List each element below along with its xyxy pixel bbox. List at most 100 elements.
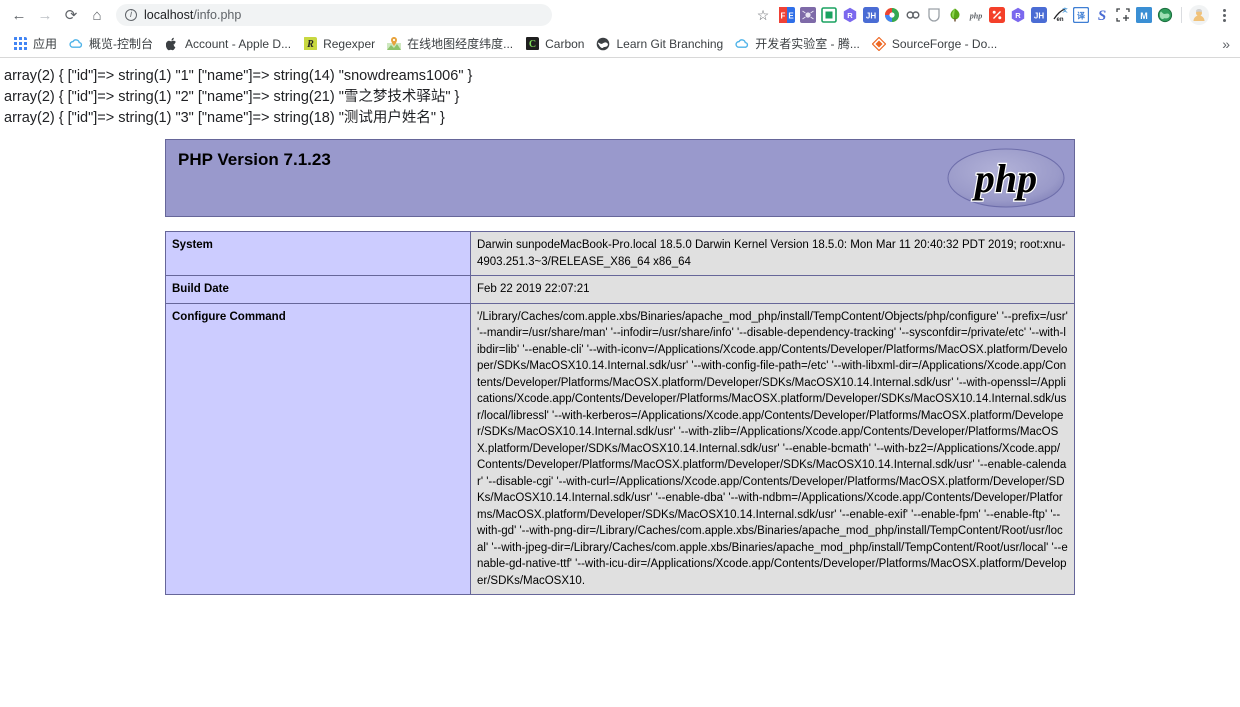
php-version-heading: PHP Version 7.1.23 (178, 150, 1062, 170)
phpinfo-table: SystemDarwin sunpodeMacBook-Pro.local 18… (165, 231, 1075, 595)
colorful-ring-extension[interactable] (883, 6, 901, 24)
svg-text:JH: JH (866, 11, 876, 20)
phpinfo-row: SystemDarwin sunpodeMacBook-Pro.local 18… (166, 232, 1075, 276)
menu-dot (1223, 19, 1226, 22)
map-pin-icon (387, 37, 401, 51)
screenshot-crop-extension[interactable] (1114, 6, 1132, 24)
bookmark-label: SourceForge - Do... (892, 37, 997, 51)
info-circle-icon[interactable] (125, 9, 137, 21)
bookmark-apple[interactable]: Account - Apple D... (159, 34, 297, 54)
jh-2-extension[interactable]: JH (1030, 6, 1048, 24)
cloud-icon (735, 37, 749, 51)
bookmark-label: Regexper (323, 37, 375, 51)
menu-dot (1223, 14, 1226, 17)
phpinfo-row: Build DateFeb 22 2019 22:07:21 (166, 276, 1075, 304)
svg-text:R: R (1015, 11, 1021, 20)
infinity-extension[interactable] (904, 6, 922, 24)
forward-button[interactable]: → (32, 2, 58, 28)
phpinfo-key: Configure Command (166, 303, 471, 595)
bookmark-label: 在线地图经度纬度... (407, 35, 513, 52)
bookmark-carbon[interactable]: C Carbon (519, 34, 590, 54)
bookmark-star-icon[interactable]: ☆ (752, 4, 774, 26)
browser-menu-button[interactable] (1214, 4, 1234, 26)
feedly-extension[interactable]: FE (778, 6, 796, 24)
svg-text:php: php (972, 156, 1037, 201)
translate-en-extension[interactable]: en 文 (1051, 6, 1069, 24)
svg-text:R: R (306, 39, 314, 50)
var-dump-line: array(2) { ["id"]=> string(1) "3" ["name… (4, 108, 1240, 129)
svg-text:php: php (969, 12, 983, 21)
address-bar[interactable]: localhost/info.php (116, 4, 552, 26)
svg-text:JH: JH (1034, 11, 1044, 20)
phpinfo-key: Build Date (166, 276, 471, 304)
apple-icon (165, 37, 179, 51)
leaf-extension[interactable] (946, 6, 964, 24)
svg-text:C: C (529, 39, 536, 50)
var-dump-line: array(2) { ["id"]=> string(1) "2" ["name… (4, 87, 1240, 108)
var-dump-line: array(2) { ["id"]=> string(1) "1" ["name… (4, 66, 1240, 87)
jh-extension[interactable]: JH (862, 6, 880, 24)
phpinfo-container: PHP Version 7.1.23 php SystemDarwin sunp… (165, 139, 1075, 595)
bookmark-apps[interactable]: 应用 (7, 32, 63, 55)
sourceforge-icon (872, 37, 886, 51)
bookmark-label: 概览-控制台 (89, 35, 153, 52)
s-swirl-extension[interactable]: S (1093, 6, 1111, 24)
bookmark-label: 应用 (33, 35, 57, 52)
globe-dark-icon (596, 37, 610, 51)
extension-tray: FE R JH php R JH en 文译 S M (778, 4, 1234, 26)
bookmark-map[interactable]: 在线地图经度纬度... (381, 32, 519, 55)
phpinfo-row: Configure Command'/Library/Caches/com.ap… (166, 303, 1075, 595)
url-host: localhost (144, 8, 193, 22)
bookmark-console[interactable]: 概览-控制台 (63, 32, 159, 55)
browser-chrome: ← → ⟳ ⌂ localhost/info.php ☆ FE R JH php R JH… (0, 0, 1240, 58)
toolbar-divider (1181, 7, 1182, 23)
cloud-icon (69, 37, 83, 51)
regexper-icon: R (303, 37, 317, 51)
dictionary-extension[interactable]: 译 (1072, 6, 1090, 24)
globe-extension[interactable] (1156, 6, 1174, 24)
shield-extension[interactable] (925, 6, 943, 24)
url-path: /info.php (193, 8, 241, 22)
reload-button[interactable]: ⟳ (58, 2, 84, 28)
phpinfo-key: System (166, 232, 471, 276)
r-hex-extension[interactable]: R (841, 6, 859, 24)
bookmark-label: 开发者实验室 - 腾... (755, 35, 860, 52)
home-button[interactable]: ⌂ (84, 2, 110, 28)
svg-text:R: R (847, 11, 853, 20)
markdown-extension[interactable]: M (1135, 6, 1153, 24)
bookmark-regexper[interactable]: R Regexper (297, 34, 381, 54)
browser-toolbar: ← → ⟳ ⌂ localhost/info.php ☆ FE R JH php R JH… (0, 0, 1240, 30)
page-content: array(2) { ["id"]=> string(1) "1" ["name… (0, 58, 1240, 706)
phpinfo-value: '/Library/Caches/com.apple.xbs/Binaries/… (471, 303, 1075, 595)
carbon-icon: C (525, 37, 539, 51)
bookmark-git[interactable]: Learn Git Branching (590, 34, 729, 54)
phpinfo-value: Feb 22 2019 22:07:21 (471, 276, 1075, 304)
r-hex-2-extension[interactable]: R (1009, 6, 1027, 24)
bookmarks-bar: 应用 概览-控制台 Account - Apple D... R Regexper 在线地… (0, 30, 1240, 57)
svg-text:M: M (1140, 11, 1148, 21)
php-extension[interactable]: php (967, 6, 985, 24)
php-logo-icon: php (946, 147, 1066, 209)
avatar-icon (1192, 8, 1206, 22)
green-square-extension[interactable] (820, 6, 838, 24)
bookmark-label: Carbon (545, 37, 584, 51)
profile-avatar[interactable] (1189, 5, 1209, 25)
svg-text:译: 译 (1077, 11, 1086, 21)
percent-extension[interactable] (988, 6, 1006, 24)
svg-text:S: S (1098, 8, 1106, 23)
apps-grid-icon (13, 37, 27, 51)
back-button[interactable]: ← (6, 2, 32, 28)
var-dump-output: array(2) { ["id"]=> string(1) "1" ["name… (0, 58, 1240, 129)
bookmarks-overflow-button[interactable]: » (1222, 36, 1230, 52)
spider-extension[interactable] (799, 6, 817, 24)
svg-text:E: E (788, 12, 794, 21)
svg-text:文: 文 (1063, 7, 1069, 14)
menu-dot (1223, 9, 1226, 12)
bookmark-label: Account - Apple D... (185, 37, 291, 51)
phpinfo-table-body: SystemDarwin sunpodeMacBook-Pro.local 18… (166, 232, 1075, 595)
bookmark-label: Learn Git Branching (616, 37, 723, 51)
bookmark-sourceforge[interactable]: SourceForge - Do... (866, 34, 1003, 54)
bookmark-tencent[interactable]: 开发者实验室 - 腾... (729, 32, 866, 55)
svg-text:en: en (1057, 17, 1064, 23)
svg-text:F: F (781, 12, 786, 21)
